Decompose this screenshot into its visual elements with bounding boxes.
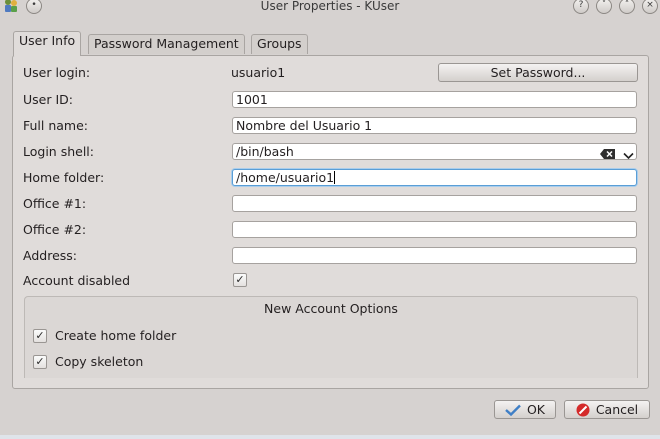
office2-label: Office #2: (23, 222, 87, 237)
window-title: User Properties - KUser (260, 0, 400, 13)
home-folder-field[interactable]: /home/usuario1 (232, 169, 637, 186)
tab-label: Password Management (94, 36, 239, 51)
text-cursor (334, 171, 336, 184)
home-folder-value: /home/usuario1 (236, 170, 335, 185)
account-disabled-label: Account disabled (23, 273, 131, 288)
tab-label: Groups (257, 36, 302, 51)
address-label: Address: (23, 248, 77, 263)
user-id-label: User ID: (23, 92, 73, 107)
login-shell-value: /bin/bash (236, 144, 294, 159)
clear-text-icon[interactable] (600, 147, 616, 159)
office1-field[interactable] (232, 195, 637, 212)
full-name-label: Full name: (23, 118, 89, 133)
ok-label: OK (526, 402, 546, 417)
chevron-down-icon[interactable] (623, 148, 634, 160)
office2-field[interactable] (232, 221, 637, 238)
group-title: New Account Options (264, 301, 398, 316)
login-shell-combobox[interactable]: /bin/bash (232, 143, 637, 160)
home-folder-label: Home folder: (23, 170, 105, 185)
user-id-field[interactable]: 1001 (232, 91, 637, 108)
ok-button[interactable]: OK (494, 400, 556, 419)
full-name-field[interactable]: Nombre del Usuario 1 (232, 117, 637, 134)
tab-password-management[interactable]: Password Management (88, 34, 245, 54)
create-home-folder-checkbox[interactable]: ✓ (33, 329, 47, 343)
office1-label: Office #1: (23, 196, 87, 211)
cancel-icon (576, 403, 590, 421)
copy-skeleton-checkbox[interactable]: ✓ (33, 355, 47, 369)
tab-user-info[interactable]: User Info (13, 31, 82, 56)
window-bottom-edge (0, 435, 660, 439)
user-login-value: usuario1 (231, 65, 286, 80)
address-field[interactable] (232, 247, 637, 264)
user-login-label: User login: (23, 65, 91, 80)
set-password-button[interactable]: Set Password... (438, 63, 638, 82)
account-disabled-checkbox[interactable]: ✓ (233, 273, 247, 287)
cancel-button[interactable]: Cancel (564, 400, 650, 419)
cancel-label: Cancel (595, 402, 639, 417)
login-shell-label: Login shell: (23, 144, 94, 159)
tab-label: User Info (19, 33, 76, 48)
copy-skeleton-label[interactable]: Copy skeleton (55, 354, 143, 369)
ok-check-icon (505, 403, 521, 420)
create-home-folder-label[interactable]: Create home folder (55, 328, 176, 343)
tab-groups[interactable]: Groups (251, 34, 308, 54)
